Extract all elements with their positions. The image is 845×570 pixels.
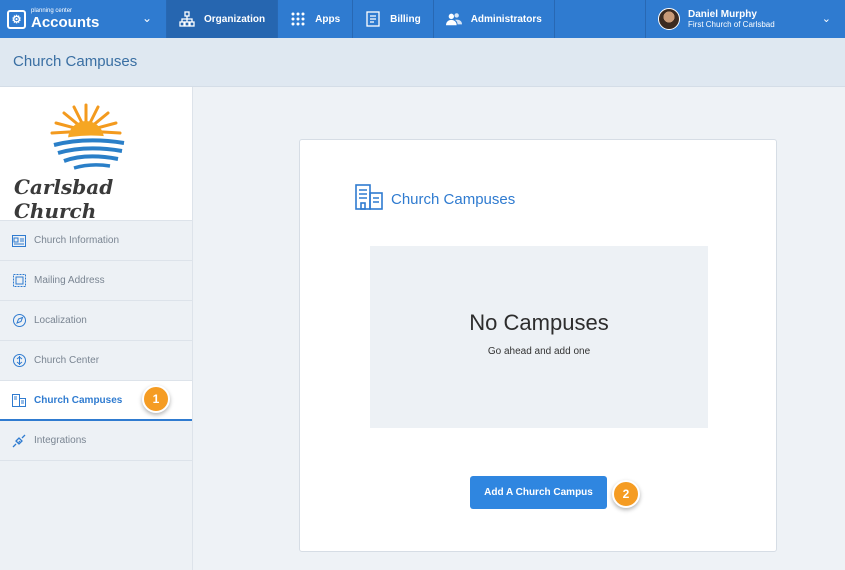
accounts-logo-icon: ⚙ [7, 9, 26, 29]
user-organization: First Church of Carlsbad [688, 20, 775, 30]
empty-state-subtitle: Go ahead and add one [487, 346, 591, 357]
sidebar-item-label: Localization [34, 315, 87, 326]
org-chart-icon [179, 11, 195, 27]
buildings-icon [355, 184, 383, 215]
plug-icon [12, 434, 26, 448]
card-header: Church Campuses [355, 184, 515, 215]
card-title: Church Campuses [391, 191, 516, 208]
receipt-icon [365, 11, 381, 27]
step-callout-2: 2 [612, 480, 640, 508]
top-navigation-bar: ⚙ planning center Accounts ⌄ Organizatio… [0, 0, 845, 38]
sidebar-item-church-center[interactable]: Church Center [0, 341, 192, 381]
nav-billing-label: Billing [390, 13, 421, 25]
sidebar-item-integrations[interactable]: Integrations [0, 421, 192, 461]
sidebar: Carlsbad Church Church Information Maili… [0, 87, 193, 570]
page-header: Church Campuses [0, 38, 845, 87]
compass-icon [12, 314, 26, 328]
brand-name: Accounts [31, 14, 100, 31]
brand-text: planning center Accounts [31, 8, 99, 30]
sidebar-item-label: Church Campuses [34, 394, 123, 406]
user-info: Daniel Murphy First Church of Carlsbad [688, 9, 775, 30]
sidebar-item-label: Integrations [34, 435, 87, 446]
nav-organization-label: Organization [204, 13, 266, 25]
sidebar-item-label: Church Center [34, 355, 100, 366]
avatar [658, 8, 680, 30]
nav-organization[interactable]: Organization [167, 0, 279, 38]
nav-apps[interactable]: Apps [278, 0, 354, 38]
chevron-down-icon: ⌄ [141, 11, 152, 25]
logo-text: Carlsbad Church [14, 175, 114, 223]
user-name: Daniel Murphy [688, 8, 757, 20]
nav-apps-label: Apps [315, 13, 341, 25]
users-icon [445, 11, 462, 27]
sidebar-item-label: Church Information [34, 235, 120, 246]
page-title: Church Campuses [13, 53, 138, 70]
sidebar-item-church-information[interactable]: Church Information [0, 221, 192, 261]
chevron-down-icon: ⌄ [821, 13, 831, 25]
add-church-campus-button[interactable]: Add A Church Campus [470, 476, 607, 509]
sidebar-item-mailing-address[interactable]: Mailing Address [0, 261, 192, 301]
id-card-icon [12, 234, 26, 248]
campuses-card: Church Campuses No Campuses Go ahead and… [299, 139, 777, 552]
stamp-icon [12, 274, 26, 288]
empty-state: No Campuses Go ahead and add one [370, 246, 708, 428]
sun-wave-logo-icon [50, 103, 125, 171]
app-switcher[interactable]: ⚙ planning center Accounts ⌄ [0, 0, 167, 38]
user-menu[interactable]: Daniel Murphy First Church of Carlsbad ⌄ [645, 0, 845, 38]
empty-state-title: No Campuses [469, 310, 609, 335]
step-callout-1: 1 [142, 385, 170, 413]
church-logo: Carlsbad Church [0, 87, 192, 223]
grid-icon [290, 11, 306, 27]
nav-administrators[interactable]: Administrators [434, 0, 555, 38]
nav-administrators-label: Administrators [470, 13, 542, 25]
nav-billing[interactable]: Billing [353, 0, 434, 38]
church-center-icon [12, 354, 26, 368]
sidebar-item-label: Mailing Address [34, 275, 105, 286]
buildings-icon [12, 393, 26, 407]
sidebar-item-localization[interactable]: Localization [0, 301, 192, 341]
